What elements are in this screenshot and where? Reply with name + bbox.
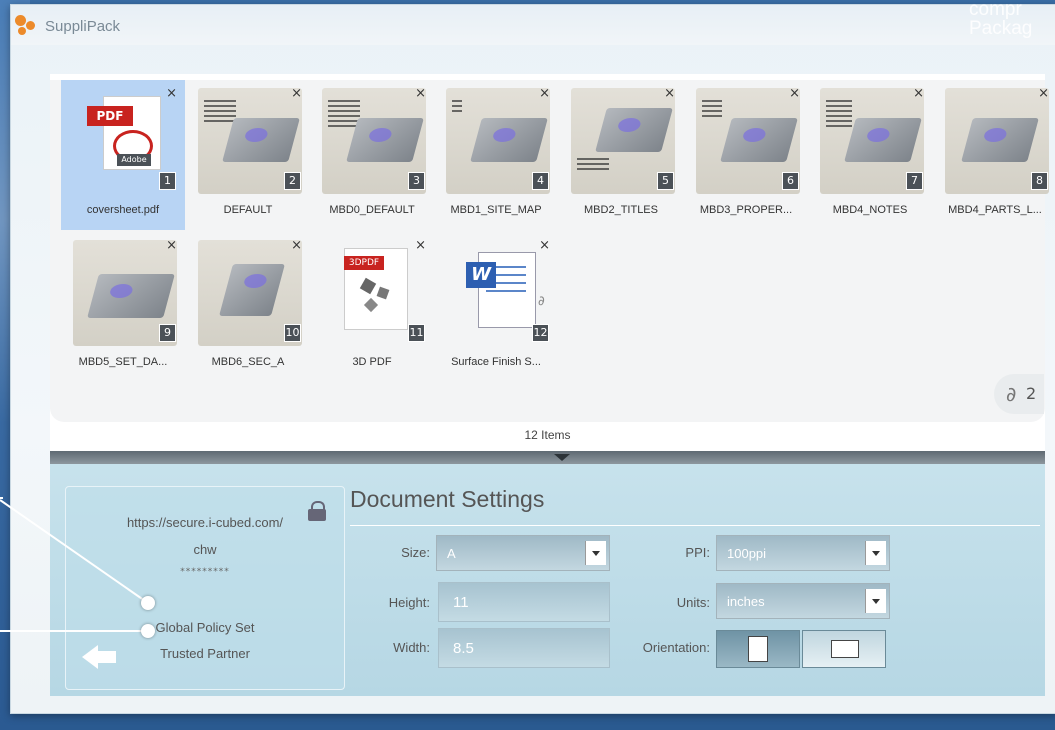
width-value: 8.5 <box>453 640 474 657</box>
chevron-down-icon[interactable] <box>865 589 886 613</box>
close-icon[interactable]: × <box>166 86 177 101</box>
item-number: 12 <box>532 324 549 342</box>
close-icon[interactable]: × <box>789 86 800 101</box>
ppi-value: 100ppi <box>727 546 767 561</box>
file-label: MBD6_SEC_A <box>211 356 285 368</box>
close-icon[interactable]: × <box>291 238 302 253</box>
units-label: Units: <box>676 595 710 610</box>
item-number: 4 <box>532 172 549 190</box>
orientation-landscape-button[interactable] <box>802 630 886 668</box>
item-number: 11 <box>408 324 425 342</box>
close-icon[interactable]: × <box>539 86 550 101</box>
attachments-button[interactable]: ∂ 2 <box>994 374 1044 414</box>
item-number: 7 <box>906 172 923 190</box>
close-icon[interactable]: × <box>415 238 426 253</box>
item-number: 2 <box>284 172 301 190</box>
pdf-badge: PDF <box>87 106 133 126</box>
file-tile[interactable]: × 4 MBD1_SITE_MAP <box>434 80 558 230</box>
ppi-select[interactable]: 100ppi <box>716 535 890 571</box>
logo-icon <box>15 13 45 39</box>
file-label: DEFAULT <box>223 204 273 216</box>
file-label: MBD5_SET_DA... <box>78 356 168 368</box>
portrait-icon <box>748 636 768 662</box>
width-label: Width: <box>393 640 430 655</box>
callout-dot <box>141 596 155 610</box>
tray-content: PDF Adobe × 1 coversheet.pdf × 2 DEFAULT… <box>50 80 1049 422</box>
file-label: coversheet.pdf <box>86 204 160 216</box>
file-label: MBD3_PROPER... <box>699 204 793 216</box>
ppi-label: PPI: <box>685 545 710 560</box>
file-tile[interactable]: × 6 MBD3_PROPER... <box>684 80 808 230</box>
file-label: Surface Finish S... <box>451 356 541 368</box>
item-number: 8 <box>1031 172 1048 190</box>
close-icon[interactable]: × <box>664 86 675 101</box>
units-value: inches <box>727 594 765 609</box>
file-label: MBD1_SITE_MAP <box>450 204 542 216</box>
callout-dot <box>141 624 155 638</box>
file-tile[interactable]: PDF Adobe × 1 coversheet.pdf <box>61 80 185 230</box>
close-icon[interactable]: × <box>166 238 177 253</box>
units-select[interactable]: inches <box>716 583 890 619</box>
item-number: 9 <box>159 324 176 342</box>
close-icon[interactable]: × <box>913 86 924 101</box>
file-tile[interactable]: 3DPDF × 11 3D PDF <box>310 232 434 382</box>
panel-toggle-bar[interactable] <box>50 451 1045 464</box>
file-tile[interactable]: × 9 MBD5_SET_DA... <box>61 232 185 382</box>
word-badge: W <box>466 262 496 288</box>
height-label: Height: <box>388 595 430 610</box>
size-select[interactable]: A <box>436 535 610 571</box>
file-tile[interactable]: × 7 MBD4_NOTES <box>808 80 932 230</box>
paperclip-icon: ∂ <box>538 294 545 309</box>
app-title: SuppliPack <box>45 18 121 35</box>
file-label: MBD4_PARTS_L... <box>948 204 1042 216</box>
pdf-sub-label: Adobe <box>117 154 151 166</box>
close-icon[interactable]: × <box>539 238 550 253</box>
orientation-label: Orientation: <box>642 640 710 655</box>
corner-text: compr Packag <box>969 0 1055 44</box>
collapse-arrow-icon[interactable] <box>554 454 570 461</box>
width-input[interactable]: 8.5 <box>438 628 610 668</box>
file-label: MBD0_DEFAULT <box>329 204 415 216</box>
callout-lines <box>0 499 149 632</box>
item-number: 5 <box>657 172 674 190</box>
size-label: Size: <box>401 545 430 560</box>
item-number: 3 <box>408 172 425 190</box>
3dpdf-badge: 3DPDF <box>344 256 384 270</box>
item-number: 1 <box>159 172 176 190</box>
file-tile[interactable]: × 5 MBD2_TITLES <box>559 80 683 230</box>
item-number: 6 <box>782 172 799 190</box>
file-label: 3D PDF <box>352 356 392 368</box>
file-tile[interactable]: W ∂ × 12 Surface Finish S... <box>434 232 558 382</box>
file-tile[interactable]: × 8 MBD4_PARTS_L... <box>933 80 1055 230</box>
close-icon[interactable]: × <box>415 86 426 101</box>
corner-text-line: compr <box>969 0 1022 20</box>
close-icon[interactable]: × <box>291 86 302 101</box>
file-label: MBD2_TITLES <box>584 204 658 216</box>
app-header: SuppliPack <box>11 5 1055 45</box>
file-tile[interactable]: × 2 DEFAULT <box>186 80 310 230</box>
document-settings-title: Document Settings <box>350 486 545 512</box>
settings-panel: https://secure.i-cubed.com/ chw ********… <box>50 464 1045 696</box>
paperclip-icon: ∂ <box>1006 382 1017 406</box>
corner-text-line: Packag <box>969 18 1033 39</box>
items-count: 12 Items <box>524 428 571 442</box>
file-tile[interactable]: × 3 MBD0_DEFAULT <box>310 80 434 230</box>
file-label: MBD4_NOTES <box>832 204 908 216</box>
back-arrow-icon[interactable] <box>82 643 118 671</box>
file-tray: PDF Adobe × 1 coversheet.pdf × 2 DEFAULT… <box>50 74 1049 458</box>
chevron-down-icon[interactable] <box>585 541 606 565</box>
attachments-count: 2 <box>1026 384 1037 403</box>
close-icon[interactable]: × <box>1038 86 1049 101</box>
size-value: A <box>447 546 456 561</box>
item-number: 10 <box>284 324 301 342</box>
title-divider <box>350 525 1040 526</box>
height-value: 11 <box>453 594 469 611</box>
file-tile[interactable]: × 10 MBD6_SEC_A <box>186 232 310 382</box>
landscape-icon <box>831 640 859 658</box>
orientation-portrait-button[interactable] <box>716 630 800 668</box>
height-input[interactable]: 11 <box>438 582 610 622</box>
chevron-down-icon[interactable] <box>865 541 886 565</box>
